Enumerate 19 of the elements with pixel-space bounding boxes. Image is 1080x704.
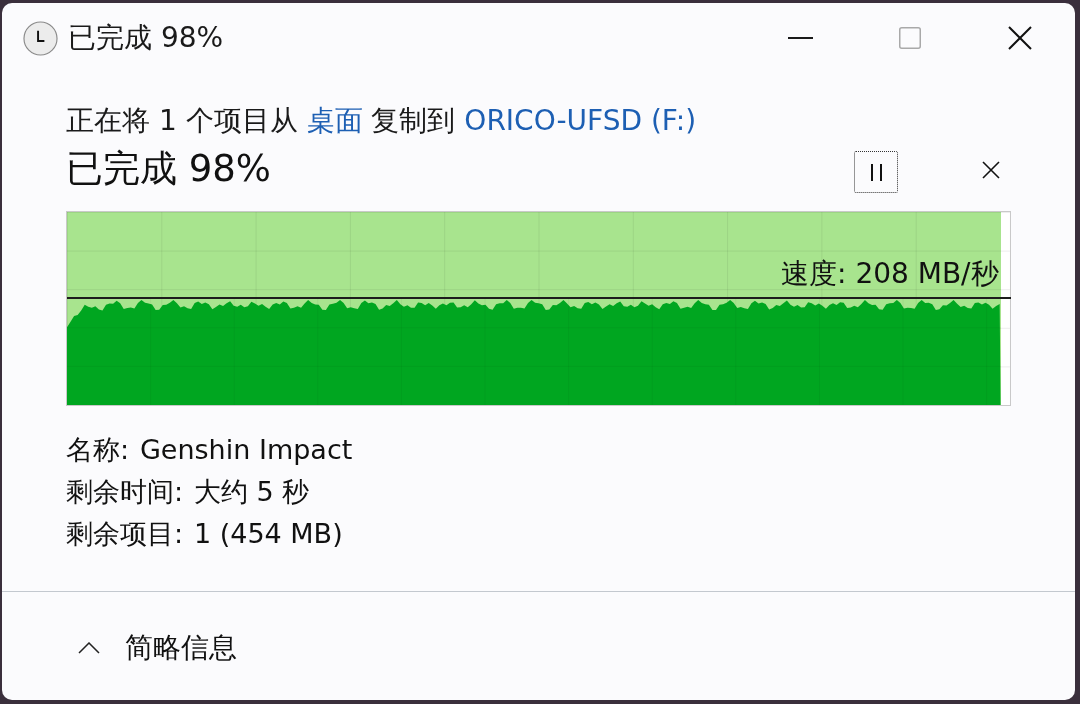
cancel-icon	[982, 161, 1000, 179]
location-link[interactable]: 桌面	[306, 104, 363, 137]
detail-label: 名称:	[66, 432, 130, 467]
minimize-icon	[787, 37, 813, 39]
detail-label: 剩余时间:	[66, 474, 184, 509]
window-title: 已完成 98%	[68, 20, 224, 56]
progress-heading: 已完成 98%	[66, 146, 271, 192]
detail-label: 剩余项目:	[66, 516, 184, 551]
clock-icon	[23, 20, 58, 56]
location-link[interactable]: ORICO-UFSD (F:)	[464, 104, 697, 137]
detail-value: 大约 5 秒	[193, 474, 310, 509]
close-icon	[1008, 26, 1032, 50]
detail-value: Genshin Impact	[139, 432, 353, 467]
copy-description: 正在将 1 个项目从 桌面 复制到 ORICO-UFSD (F:)	[66, 103, 697, 139]
pause-icon	[870, 163, 882, 181]
detail-value: 1 (454 MB)	[193, 516, 343, 551]
details-toggle-button[interactable]: 简略信息	[64, 623, 251, 672]
maximize-icon	[899, 27, 921, 49]
speed-label: 速度: 208 MB/秒	[781, 257, 999, 291]
